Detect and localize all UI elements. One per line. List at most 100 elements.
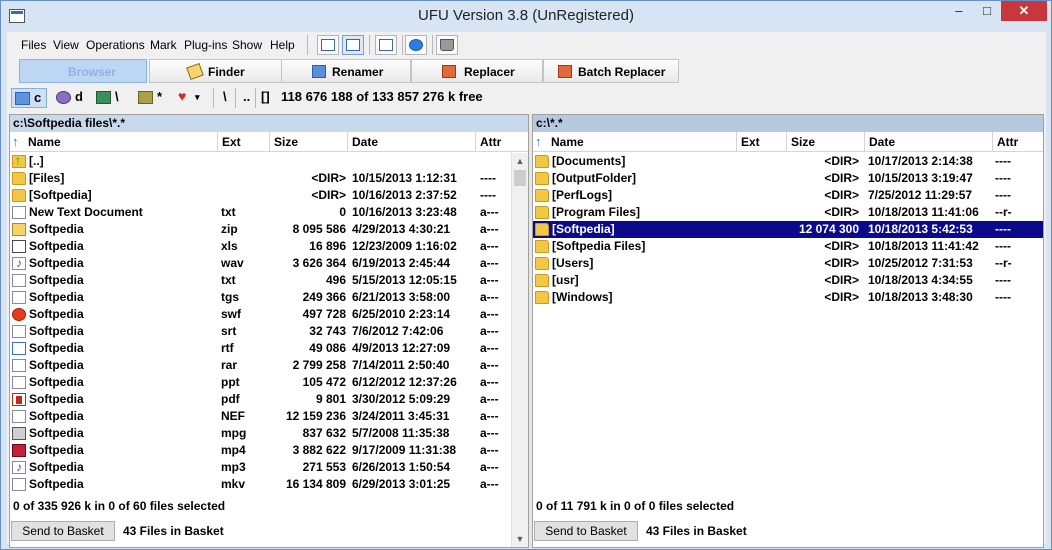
folder-row[interactable]: [Documents] <DIR> 10/17/2013 2:14:38 ---- (533, 153, 1043, 170)
folder-row[interactable]: [Softpedia] 12 074 300 10/18/2013 5:42:53 -… (533, 221, 1043, 238)
recycle-bin-button[interactable] (436, 35, 458, 55)
checklist-button[interactable] (375, 35, 397, 55)
cell-name: Softpedia (29, 443, 84, 457)
file-row[interactable]: Softpedia xls 16 896 12/23/2009 1:16:02 a--- (10, 238, 512, 255)
menu-show[interactable]: Show (232, 38, 262, 52)
file-row[interactable]: Softpedia rar 2 799 258 7/14/2011 2:50:40 a-… (10, 357, 512, 374)
left-col-ext[interactable]: Ext (218, 132, 270, 152)
root-dir-button[interactable]: \ (221, 88, 235, 108)
package-drive-button[interactable]: * (135, 88, 171, 108)
cell-date: 4/29/2013 4:30:21 (352, 222, 451, 236)
cell-name: Softpedia (29, 290, 84, 304)
network-drive-button[interactable]: \ (93, 88, 129, 108)
file-row[interactable]: New Text Document txt 0 10/16/2013 3:23:48 a… (10, 204, 512, 221)
chevron-down-icon: ▾ (195, 92, 200, 102)
file-row[interactable]: Softpedia tgs 249 366 6/21/2013 3:58:00 a--- (10, 289, 512, 306)
brackets-button[interactable]: [] (261, 88, 275, 108)
menu-plugins[interactable]: Plug-ins (184, 38, 227, 52)
batch-replacer-icon (558, 65, 572, 78)
left-col-name-label: Name (28, 135, 61, 149)
drive-c-button[interactable]: c (11, 88, 47, 108)
file-row[interactable]: Softpedia NEF 12 159 236 3/24/2011 3:45:31 a… (10, 408, 512, 425)
file-row[interactable]: Softpedia zip 8 095 586 4/29/2013 4:30:21 a-… (10, 221, 512, 238)
file-row[interactable]: Softpedia rtf 49 086 4/9/2013 12:27:09 a--- (10, 340, 512, 357)
file-row[interactable]: Softpedia ppt 105 472 6/12/2012 12:37:26 a--… (10, 374, 512, 391)
drive-d-button[interactable]: d (53, 88, 89, 108)
cell-name: [Softpedia] (552, 222, 615, 236)
minimize-button[interactable]: – (945, 1, 973, 21)
right-path-bar[interactable]: c:\*.* (533, 115, 1043, 132)
parent-dir-button[interactable]: .. (241, 88, 255, 108)
maximize-button[interactable]: □ (973, 1, 1001, 21)
menu-help[interactable]: Help (270, 38, 295, 52)
favorites-button[interactable]: ♥ ▾ (175, 88, 209, 108)
right-send-to-basket-button[interactable]: Send to Basket (534, 521, 638, 541)
replacer-mode-button[interactable]: Replacer (411, 59, 543, 83)
file-row[interactable]: Softpedia mpg 837 632 5/7/2008 11:35:38 a--- (10, 425, 512, 442)
cell-ext: mp4 (221, 443, 246, 457)
file-row[interactable]: Softpedia mkv 16 134 809 6/29/2013 3:01:25 a… (10, 476, 512, 493)
folder-row[interactable]: [Program Files] <DIR> 10/18/2013 11:41:06 -… (533, 204, 1043, 221)
cell-attr: a--- (480, 222, 499, 236)
folder-row[interactable]: [usr] <DIR> 10/18/2013 4:34:55 ---- (533, 272, 1043, 289)
folder-row[interactable]: [Users] <DIR> 10/25/2012 7:31:53 --r- (533, 255, 1043, 272)
menu-mark[interactable]: Mark (150, 38, 177, 52)
folder-row[interactable]: [Windows] <DIR> 10/18/2013 3:48:30 ---- (533, 289, 1043, 306)
cell-date: 7/25/2012 11:29:57 (868, 188, 973, 202)
close-button[interactable]: ✕ (1001, 1, 1047, 21)
left-col-attr[interactable]: Attr (476, 132, 512, 152)
left-path-bar[interactable]: c:\Softpedia files\*.* (10, 115, 528, 132)
right-col-size[interactable]: Size (787, 132, 865, 152)
left-scrollbar[interactable]: ▲ ▼ (511, 153, 528, 547)
folder-row[interactable]: [PerfLogs] <DIR> 7/25/2012 11:29:57 ---- (533, 187, 1043, 204)
cell-ext: mkv (221, 477, 246, 491)
file-row[interactable]: Softpedia mp3 271 553 6/26/2013 1:50:54 a--- (10, 459, 512, 476)
right-file-panel: c:\*.* ↑ Name Ext Size Date Attr [Docume… (532, 114, 1044, 548)
finder-icon (186, 62, 204, 81)
cell-size: 837 632 (302, 426, 346, 440)
renamer-mode-button[interactable]: Renamer (281, 59, 411, 83)
right-col-attr[interactable]: Attr (993, 132, 1043, 152)
file-row[interactable]: Softpedia pdf 9 801 3/30/2012 5:09:29 a--- (10, 391, 512, 408)
left-send-to-basket-button[interactable]: Send to Basket (11, 521, 115, 541)
menu-operations[interactable]: Operations (86, 38, 145, 52)
left-col-size[interactable]: Size (270, 132, 348, 152)
cell-date: 6/12/2012 12:37:26 (352, 375, 457, 389)
cell-name: Softpedia (29, 307, 84, 321)
menu-files[interactable]: Files (21, 38, 46, 52)
file-row[interactable]: Softpedia srt 32 743 7/6/2012 7:42:06 a--- (10, 323, 512, 340)
dual-panel-button[interactable] (342, 35, 364, 55)
file-row[interactable]: Softpedia wav 3 626 364 6/19/2013 2:45:44 a-… (10, 255, 512, 272)
menu-view[interactable]: View (53, 38, 79, 52)
batch-replacer-mode-button[interactable]: Batch Replacer (543, 59, 679, 83)
right-col-ext[interactable]: Ext (737, 132, 787, 152)
scroll-thumb[interactable] (514, 170, 526, 186)
cell-attr: --r- (995, 256, 1012, 270)
package-icon (138, 91, 153, 104)
folder-row[interactable]: [..] (10, 153, 512, 170)
file-row[interactable]: Softpedia mp4 3 882 622 9/17/2009 11:31:38 a… (10, 442, 512, 459)
right-col-name[interactable]: ↑ Name (533, 132, 737, 152)
left-col-date[interactable]: Date (348, 132, 476, 152)
folder-row[interactable]: [Files] <DIR> 10/15/2013 1:12:31 ---- (10, 170, 512, 187)
left-col-name[interactable]: ↑ Name (10, 132, 218, 152)
cell-size: 3 626 364 (292, 256, 346, 270)
folder-row[interactable]: [Softpedia] <DIR> 10/16/2013 2:37:52 ---- (10, 187, 512, 204)
right-col-date[interactable]: Date (865, 132, 993, 152)
browser-mode-button[interactable]: Browser (19, 59, 147, 83)
title-bar[interactable]: UFU Version 3.8 (UnRegistered) – □ ✕ (1, 1, 1051, 32)
finder-mode-button[interactable]: Finder (149, 59, 283, 83)
cell-ext: swf (221, 307, 242, 321)
panel-layout-button[interactable] (317, 35, 339, 55)
folder-row[interactable]: [OutputFolder] <DIR> 10/15/2013 3:19:47 ---… (533, 170, 1043, 187)
globe-button[interactable] (405, 35, 427, 55)
cell-size: 249 366 (302, 290, 346, 304)
file-row[interactable]: Softpedia txt 496 5/15/2013 12:05:15 a--- (10, 272, 512, 289)
cell-name: Softpedia (29, 375, 84, 389)
folder-row[interactable]: [Softpedia Files] <DIR> 10/18/2013 11:41:4… (533, 238, 1043, 255)
scroll-up-icon[interactable]: ▲ (512, 153, 528, 169)
cell-size: <DIR> (824, 171, 859, 185)
cell-ext: zip (221, 222, 238, 236)
file-row[interactable]: Softpedia swf 497 728 6/25/2010 2:23:14 a--- (10, 306, 512, 323)
cell-size: 0 (339, 205, 346, 219)
